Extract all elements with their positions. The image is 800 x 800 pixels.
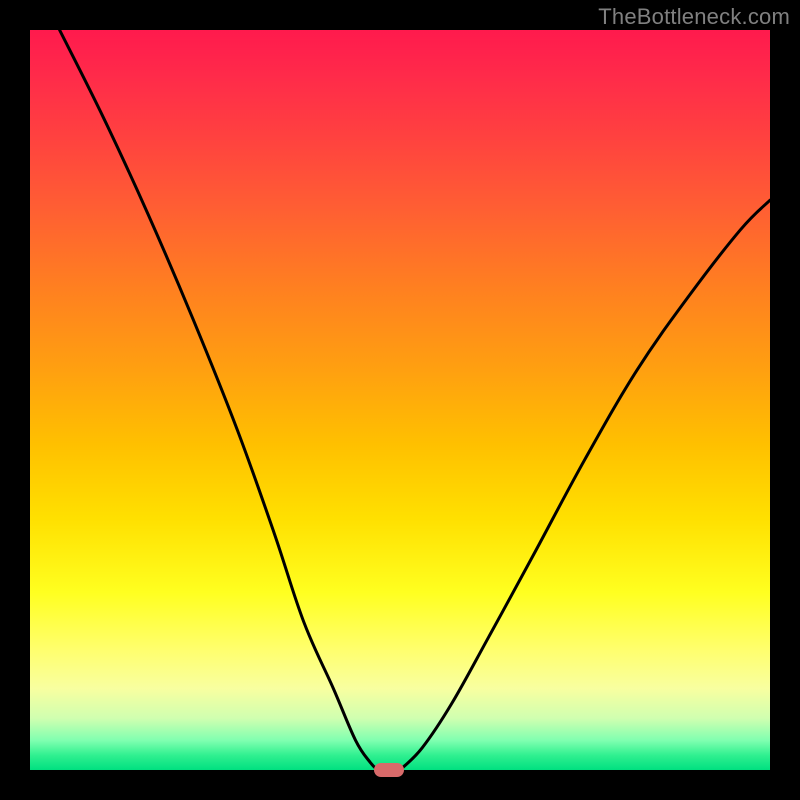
curve-layer bbox=[30, 30, 770, 770]
curve-left bbox=[60, 30, 378, 770]
frame: TheBottleneck.com bbox=[0, 0, 800, 800]
plot-area bbox=[30, 30, 770, 770]
curve-right bbox=[400, 200, 770, 770]
watermark-text: TheBottleneck.com bbox=[598, 4, 790, 30]
min-marker bbox=[374, 763, 404, 777]
